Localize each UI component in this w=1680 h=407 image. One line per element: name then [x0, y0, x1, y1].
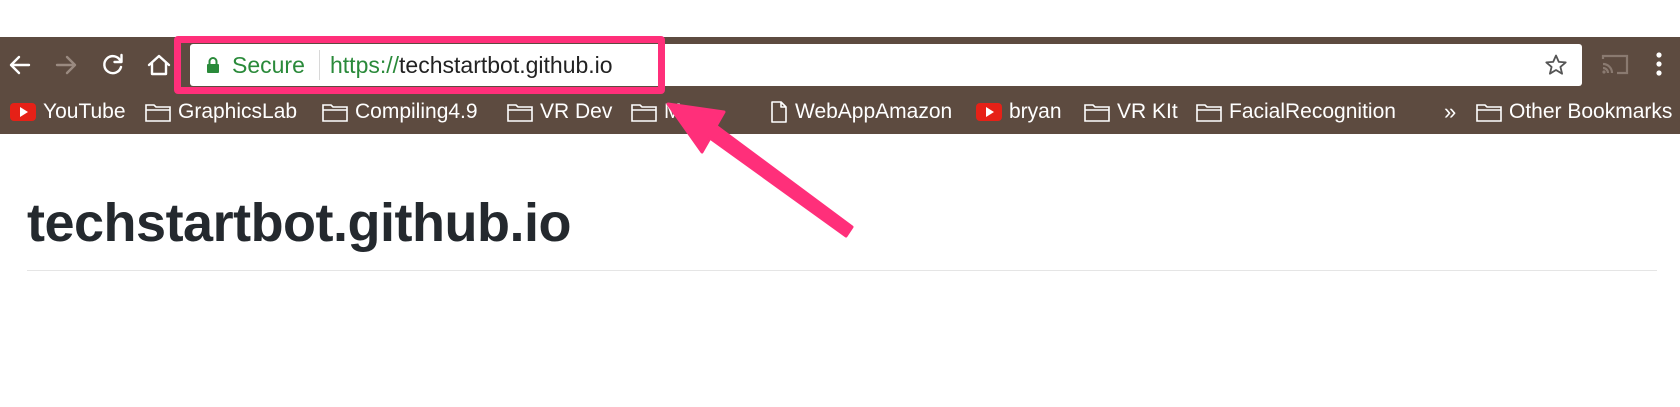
secure-label[interactable]: Secure	[232, 51, 305, 79]
window-top-strip	[0, 0, 1680, 37]
bookmark-label: VR KIt	[1117, 100, 1178, 123]
page-icon	[770, 101, 788, 123]
back-icon[interactable]	[4, 49, 36, 81]
folder-icon	[507, 102, 533, 122]
forward-icon[interactable]	[50, 49, 82, 81]
cast-icon[interactable]	[1600, 52, 1630, 81]
bookmark-youtube[interactable]: YouTube	[10, 98, 126, 126]
folder-icon	[1476, 102, 1502, 122]
bookmark-bryan[interactable]: bryan	[976, 98, 1062, 126]
folder-icon	[322, 102, 348, 122]
url-host: techstartbot.github.io	[399, 52, 613, 78]
bookmark-webappamazon[interactable]: WebAppAmazon	[770, 98, 952, 126]
youtube-icon	[10, 102, 36, 122]
title-divider	[27, 270, 1657, 271]
omnibox-separator	[319, 50, 320, 80]
bookmark-label: bryan	[1009, 100, 1062, 123]
bookmark-mo[interactable]: Mo	[631, 98, 693, 126]
youtube-icon	[976, 102, 1002, 122]
bookmark-vr-dev[interactable]: VR Dev	[507, 98, 612, 126]
bookmarks-overflow-chevron[interactable]: »	[1444, 98, 1456, 126]
address-bar[interactable]: Secure https://techstartbot.github.io	[190, 44, 1582, 86]
bookmark-label: Compiling4.9	[355, 100, 478, 123]
star-icon[interactable]	[1544, 53, 1568, 82]
bookmark-label: GraphicsLab	[178, 100, 298, 123]
folder-icon	[631, 102, 657, 122]
bookmark-label: WebAppAmazon	[795, 100, 953, 123]
bookmark-facialrecognition[interactable]: FacialRecognition	[1196, 98, 1396, 126]
bookmark-label: Other Bookmarks	[1509, 100, 1673, 123]
bookmark-label: YouTube	[43, 100, 126, 123]
menu-icon[interactable]	[1655, 50, 1663, 83]
bookmark-label: VR Dev	[540, 100, 613, 123]
bookmark-label: Mo	[664, 100, 694, 123]
bookmark-other-bookmarks[interactable]: Other Bookmarks	[1476, 98, 1672, 126]
url-text[interactable]: https://techstartbot.github.io	[330, 51, 613, 79]
home-icon[interactable]	[143, 49, 175, 81]
reload-icon[interactable]	[97, 49, 129, 81]
folder-icon	[145, 102, 171, 122]
bookmark-graphicslab[interactable]: GraphicsLab	[145, 98, 297, 126]
bookmark-vr-kit[interactable]: VR KIt	[1084, 98, 1178, 126]
folder-icon	[1084, 102, 1110, 122]
lock-icon[interactable]	[206, 56, 220, 79]
folder-icon	[1196, 102, 1222, 122]
url-scheme: https://	[330, 52, 400, 78]
bookmark-compiling[interactable]: Compiling4.9	[322, 98, 478, 126]
page-title: techstartbot.github.io	[27, 193, 571, 253]
bookmark-label: FacialRecognition	[1229, 100, 1396, 123]
